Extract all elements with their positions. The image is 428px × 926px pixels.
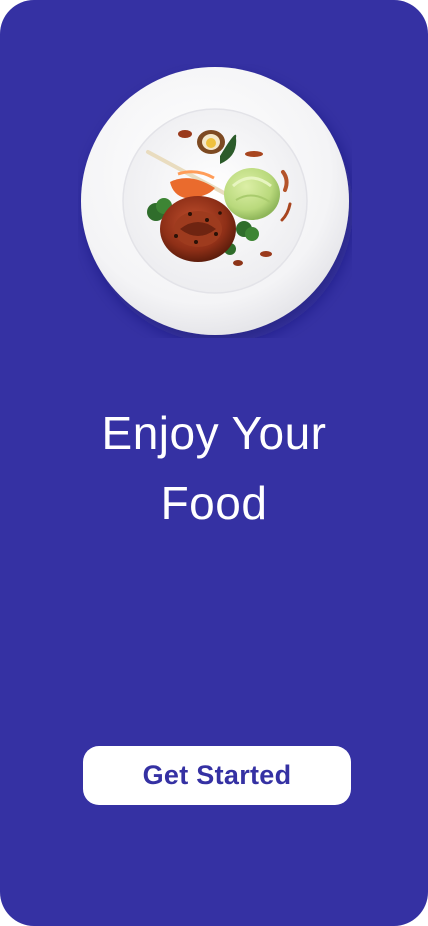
onboarding-screen: Enjoy Your Food Get Started	[0, 0, 428, 926]
page-title: Enjoy Your Food	[0, 398, 428, 538]
page-title-line-1: Enjoy Your	[101, 407, 327, 459]
get-started-button-label: Get Started	[142, 760, 292, 790]
plate-icon	[81, 67, 349, 335]
plated-dish-image	[78, 64, 352, 338]
page-title-line-2: Food	[160, 477, 268, 529]
get-started-button[interactable]: Get Started	[83, 746, 351, 805]
